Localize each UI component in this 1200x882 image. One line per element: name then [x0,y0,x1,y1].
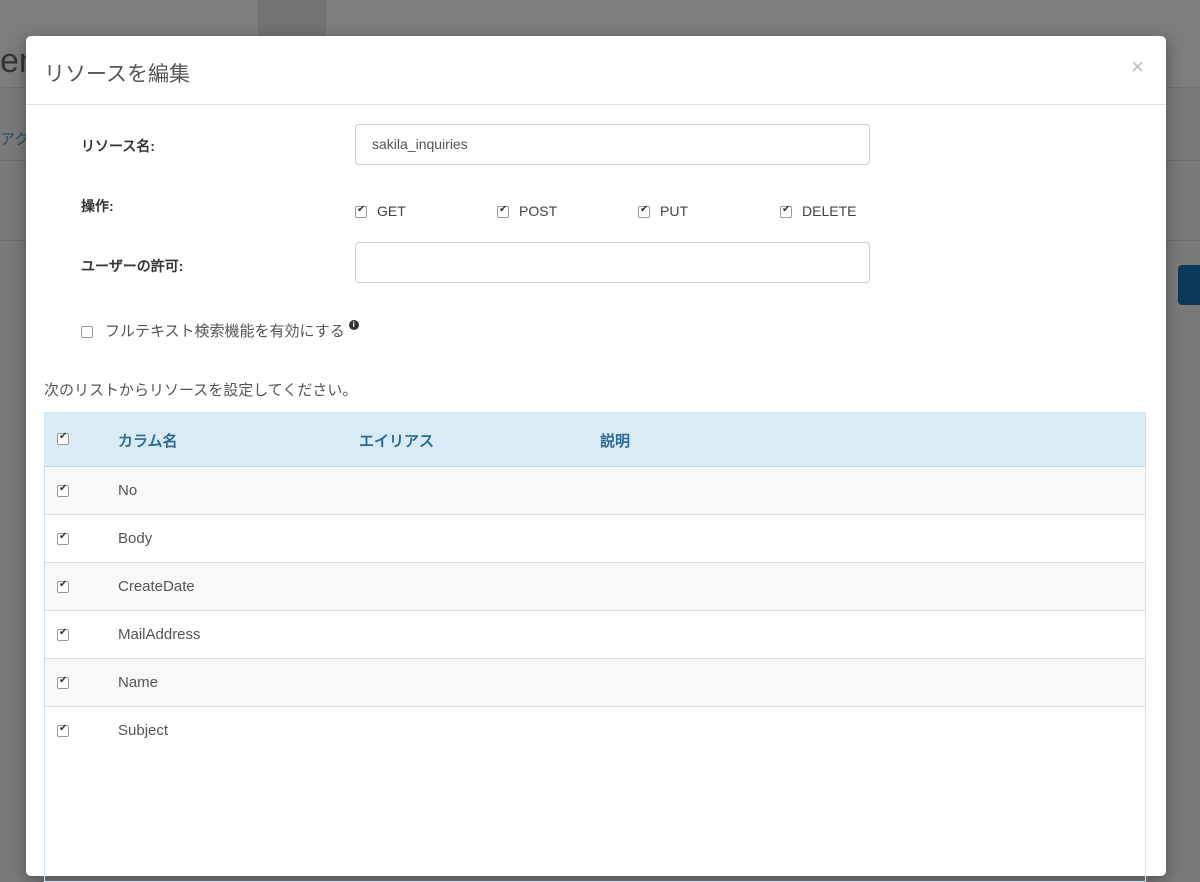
edit-resource-modal: リソースを編集 × リソース名: sakila_inquiries 操作: GE… [26,36,1166,882]
info-icon[interactable]: i [348,320,359,330]
row-checkbox[interactable] [57,723,69,737]
row-checkbox[interactable] [57,675,69,689]
modal-header: リソースを編集 × [26,36,1166,105]
column-name: No [118,482,138,499]
row-checkbox[interactable] [57,579,69,593]
header-column-name: カラム名 [118,433,178,450]
table-row: No [45,467,1145,515]
checkbox[interactable] [638,204,650,219]
columns-table: カラム名 エイリアス 説明 No Body CreateDate MailAdd… [44,412,1146,882]
operation-label: PUT [660,203,688,219]
fulltext-search-toggle[interactable]: フルテキスト検索機能を有効にする i [81,320,359,341]
header-alias: エイリアス [359,433,435,450]
operation-post-checkbox[interactable]: POST [497,203,557,219]
operations-label: 操作: [81,198,114,214]
checkbox[interactable] [81,326,93,339]
select-all-checkbox[interactable] [57,431,69,445]
instruction-text: 次のリストからリソースを設定してください。 [44,382,358,399]
column-name: CreateDate [118,578,195,595]
table-row: Body [45,515,1145,563]
table-row: Name [45,659,1145,707]
column-name: MailAddress [118,626,201,643]
column-name: Subject [118,722,169,739]
resource-name-label: リソース名: [81,138,155,154]
operation-label: POST [519,203,558,219]
checkbox[interactable] [497,204,509,219]
operation-label: DELETE [802,203,857,219]
row-checkbox[interactable] [57,627,69,641]
modal-title: リソースを編集 [44,63,190,86]
user-permission-input[interactable] [355,242,870,283]
operation-delete-checkbox[interactable]: DELETE [780,203,856,219]
header-description: 説明 [600,433,631,450]
resource-name-input[interactable]: sakila_inquiries [355,124,870,165]
row-checkbox[interactable] [57,483,69,497]
checkbox[interactable] [355,204,367,219]
fulltext-label: フルテキスト検索機能を有効にする [105,323,345,340]
table-row: MailAddress [45,611,1145,659]
row-checkbox[interactable] [57,531,69,545]
checkbox[interactable] [780,204,792,219]
table-header: カラム名 エイリアス 説明 [45,413,1145,467]
background-button [1178,265,1200,305]
user-permission-label: ユーザーの許可: [81,258,184,274]
operation-put-checkbox[interactable]: PUT [638,203,688,219]
table-row: CreateDate [45,563,1145,611]
column-name: Body [118,530,153,547]
operation-get-checkbox[interactable]: GET [355,203,406,219]
close-icon[interactable]: × [1131,54,1144,80]
operation-label: GET [377,203,406,219]
column-name: Name [118,674,159,691]
table-row: Subject [45,707,1145,755]
